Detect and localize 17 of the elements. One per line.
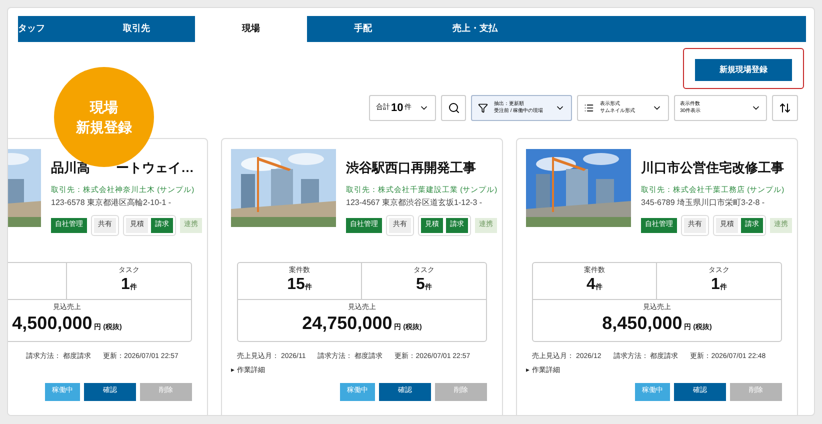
nav-tab[interactable]: 現場 [195,16,307,42]
search-button[interactable] [441,95,466,121]
site-address: 345-6789 埼玉県川口市栄町3-2-8 - [641,197,765,208]
nav-tab[interactable]: 手配 [307,16,419,42]
site-address: 123-4567 東京都渋谷区道玄坂1-12-3 - [346,197,482,208]
search-icon [448,102,460,114]
sort-button[interactable] [772,95,798,121]
list-icon [584,103,594,113]
filter-icon [478,103,488,113]
nav-tab[interactable]: 売上・支払 [419,16,531,42]
nav-tab[interactable]: 取引先 [78,16,195,42]
nav-tab[interactable]: タッフ [18,16,78,42]
site-address: 123-6578 東京都港区高輪2-10-1 - [51,197,172,208]
sort-icon [779,102,791,114]
new-site-button[interactable]: 新規現場登録 [695,59,792,81]
site-title[interactable]: 川口市公営住宅改修工事 [641,159,784,177]
site-title[interactable]: 渋谷駅西口再開発工事 [346,159,476,177]
